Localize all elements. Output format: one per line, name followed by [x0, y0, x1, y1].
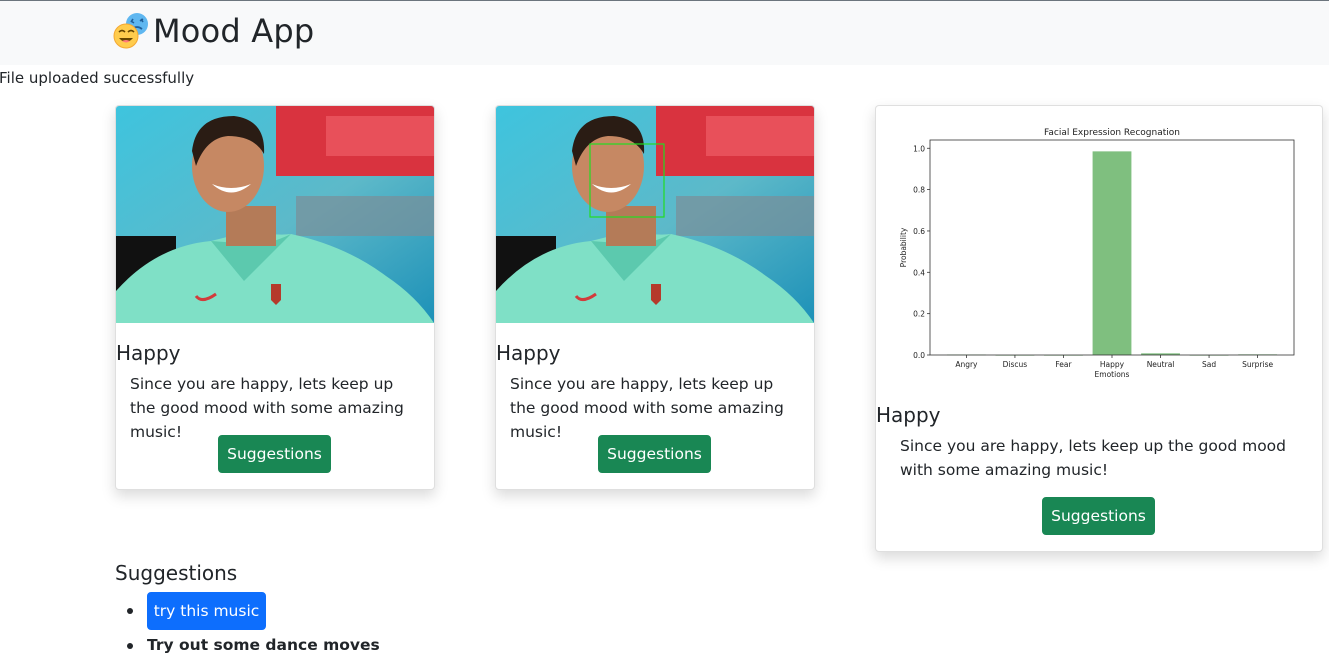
try-music-button[interactable]: try this music [147, 592, 266, 630]
list-item: try this music [127, 592, 380, 630]
card-title: Happy [496, 341, 561, 365]
result-card-original: Happy Since you are happy, lets keep up … [115, 105, 435, 490]
list-item: Try out some dance moves [127, 634, 380, 656]
x-tick-label: Sad [1202, 360, 1216, 369]
detected-face-photo [496, 106, 814, 323]
chart-bar [1092, 151, 1132, 355]
result-card-chart: Facial Expression Recognation 0.0 0.2 0.4 0.… [875, 105, 1323, 552]
card-text: Since you are happy, lets keep up the go… [130, 375, 404, 441]
x-tick-label: Surprise [1242, 360, 1273, 369]
suggestions-heading: Suggestions [115, 561, 238, 585]
emotion-probability-chart: Facial Expression Recognation 0.0 0.2 0.4 0.… [899, 128, 1295, 379]
app-title: Mood App [153, 12, 315, 50]
suggestions-button[interactable]: Suggestions [1042, 497, 1155, 535]
x-tick-label: Angry [955, 360, 978, 369]
suggestions-button[interactable]: Suggestions [598, 435, 711, 473]
y-tick-label: 0.8 [913, 186, 925, 195]
y-tick-label: 0.6 [913, 227, 925, 236]
y-tick-label: 0.4 [913, 268, 925, 277]
x-tick-label: Discus [1003, 360, 1028, 369]
chart-title: Facial Expression Recognation [1044, 128, 1180, 138]
card-text: Since you are happy, lets keep up the go… [510, 375, 784, 441]
y-tick-label: 0.2 [913, 310, 925, 319]
x-axis-label: Emotions [1095, 370, 1130, 379]
mood-emoji-icon [113, 11, 151, 51]
card-title: Happy [876, 403, 941, 427]
uploaded-photo [116, 106, 434, 323]
suggestions-button[interactable]: Suggestions [218, 435, 331, 473]
result-card-detected: Happy Since you are happy, lets keep up … [495, 105, 815, 490]
brand[interactable]: Mood App [113, 3, 314, 59]
y-axis-label: Probability [899, 227, 908, 267]
x-tick-label: Happy [1100, 360, 1125, 369]
card-title: Happy [116, 341, 181, 365]
x-tick-label: Fear [1055, 360, 1072, 369]
x-tick-label: Neutral [1147, 360, 1175, 369]
card-text: Since you are happy, lets keep up the go… [900, 437, 1286, 479]
navbar: Mood App [0, 0, 1329, 65]
y-tick-label: 1.0 [913, 144, 925, 153]
flash-message: File uploaded successfully [0, 69, 195, 87]
y-tick-label: 0.0 [913, 351, 925, 360]
suggestions-list: try this music Try out some dance moves [127, 592, 380, 656]
